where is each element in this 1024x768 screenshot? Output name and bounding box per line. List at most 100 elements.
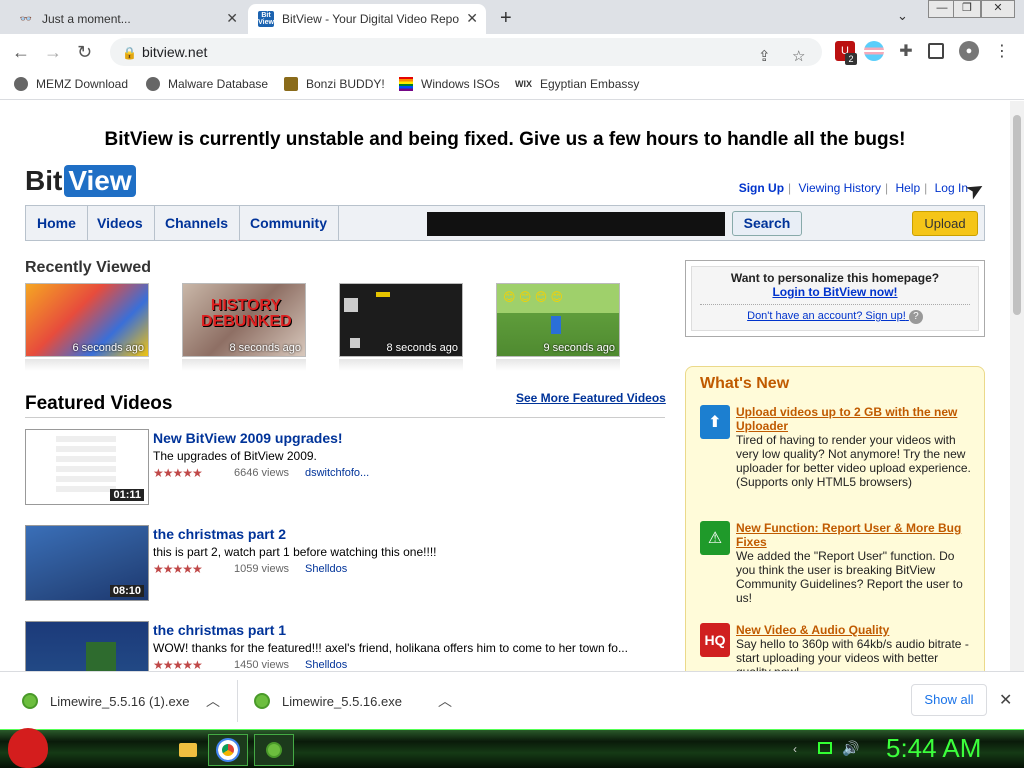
- puzzle-extensions-icon[interactable]: ✚: [896, 41, 916, 61]
- tab-just-a-moment[interactable]: 👓 Just a moment... ✕: [8, 4, 246, 34]
- close-downloads-icon[interactable]: ✕: [999, 690, 1012, 710]
- address-bar[interactable]: 🔒 bitview.net ⇪ ☆: [110, 38, 822, 66]
- bookmark-bonzi[interactable]: Bonzi BUDDY!: [284, 77, 385, 91]
- reload-icon[interactable]: ↻: [77, 42, 92, 63]
- side-panel-icon[interactable]: [928, 43, 944, 59]
- download-item[interactable]: Limewire_5.5.16.exe ︿: [254, 672, 468, 730]
- chevron-up-icon[interactable]: ︿: [438, 691, 452, 711]
- new-tab-button[interactable]: +: [500, 7, 512, 30]
- download-item[interactable]: Limewire_5.5.16 (1).exe ︿: [22, 672, 236, 730]
- taskbar: ‹ 🔊 5:44 AM: [0, 728, 1024, 768]
- uploader-link[interactable]: Shelldos: [305, 659, 347, 671]
- uploader-link[interactable]: Shelldos: [305, 563, 347, 575]
- network-icon[interactable]: [818, 742, 832, 754]
- video-title-link[interactable]: the christmas part 1: [153, 622, 286, 638]
- whats-new-heading: What's New: [700, 375, 790, 392]
- recent-video-thumbnail[interactable]: 6 seconds ago: [25, 283, 149, 357]
- rating-stars-icon: ★★★★★: [153, 658, 203, 671]
- top-links: Sign Up | Viewing History | Help | Log In: [738, 181, 968, 195]
- news-title-link[interactable]: New Video & Audio Quality: [736, 623, 972, 637]
- tray-arrow-icon[interactable]: ‹: [793, 742, 797, 756]
- recent-video-thumbnail[interactable]: 8 seconds ago: [339, 283, 463, 357]
- video-thumbnail[interactable]: 01:11: [25, 429, 149, 505]
- rating-stars-icon: ★★★★★: [153, 466, 203, 480]
- close-window-button[interactable]: ✕: [981, 0, 1015, 18]
- viewing-history-link[interactable]: Viewing History: [799, 181, 881, 195]
- uploader-link[interactable]: dswitchfofo...: [305, 467, 369, 479]
- news-title-link[interactable]: New Function: Report User & More Bug Fix…: [736, 521, 972, 549]
- folder-icon[interactable]: [168, 734, 208, 766]
- volume-icon[interactable]: 🔊: [842, 740, 859, 757]
- tab-strip: 👓 Just a moment... ✕ Bit View BitView - Y…: [0, 0, 1024, 34]
- nav-videos[interactable]: Videos: [86, 206, 155, 240]
- scrollbar-thumb[interactable]: [1013, 115, 1021, 315]
- window-glyph-icon: [350, 338, 360, 348]
- forward-arrow-icon[interactable]: →: [44, 42, 62, 63]
- tab-bitview[interactable]: Bit View BitView - Your Digital Video Rep…: [248, 4, 486, 34]
- maximize-button[interactable]: ❐: [953, 0, 981, 18]
- featured-videos-heading: Featured Videos: [25, 393, 173, 414]
- nav-home[interactable]: Home: [26, 206, 88, 240]
- bookmark-malware-db[interactable]: Malware Database: [146, 77, 268, 91]
- signup-now-link[interactable]: Don't have an account? Sign up! ?: [692, 310, 978, 324]
- search-button[interactable]: Search: [732, 211, 802, 236]
- news-title-link[interactable]: Upload videos up to 2 GB with the new Up…: [736, 405, 972, 433]
- whats-new-panel: What's New ⬆ Upload videos up to 2 GB wi…: [685, 366, 985, 671]
- featured-video-item: the christmas part 1 WOW! thanks for the…: [25, 621, 665, 671]
- chrome-icon[interactable]: [208, 734, 248, 766]
- signup-link[interactable]: Sign Up: [739, 181, 784, 195]
- bookmarks-bar: MEMZ Download Malware Database Bonzi BUD…: [0, 70, 1024, 100]
- minimize-button[interactable]: —: [928, 0, 956, 18]
- news-body: We added the "Report User" function. Do …: [736, 549, 963, 605]
- close-tab-icon[interactable]: ✕: [466, 10, 478, 27]
- hq-icon: HQ: [700, 623, 730, 657]
- screenshot-lines: [56, 436, 116, 496]
- profile-avatar-icon[interactable]: ●: [959, 41, 979, 61]
- extension-badge: 2: [845, 53, 857, 65]
- globe-icon: [146, 77, 160, 91]
- video-thumbnail[interactable]: 08:10: [25, 525, 149, 601]
- bookmark-egyptian-embassy[interactable]: WIX Egyptian Embassy: [515, 77, 639, 91]
- bookmark-star-icon[interactable]: ☆: [792, 43, 805, 71]
- see-more-featured-link[interactable]: See More Featured Videos: [516, 391, 666, 405]
- help-question-icon[interactable]: ?: [908, 310, 923, 324]
- login-now-link[interactable]: Login to BitView now!: [692, 285, 978, 299]
- taskbar-clock[interactable]: 5:44 AM: [886, 733, 981, 764]
- show-all-button[interactable]: Show all: [911, 684, 987, 716]
- video-title-link[interactable]: New BitView 2009 upgrades!: [153, 430, 343, 446]
- view-count: 1059 views: [234, 563, 290, 575]
- upload-button[interactable]: Upload: [912, 211, 978, 236]
- menu-kebab-icon[interactable]: ⋮: [992, 41, 1012, 61]
- nav-channels[interactable]: Channels: [154, 206, 241, 240]
- help-link[interactable]: Help: [895, 181, 920, 195]
- share-icon[interactable]: ⇪: [758, 43, 771, 71]
- nav-community[interactable]: Community: [239, 206, 339, 240]
- video-title-link[interactable]: the christmas part 2: [153, 526, 286, 542]
- close-tab-icon[interactable]: ✕: [226, 10, 238, 27]
- login-prompt: Want to personalize this homepage?: [730, 271, 940, 285]
- thumbnail-reflection: [496, 359, 620, 371]
- flag-extension-icon[interactable]: [864, 41, 884, 61]
- angry-bird-start-icon[interactable]: [8, 728, 48, 768]
- recent-video-thumbnail[interactable]: 😊 😊 😊 😊 9 seconds ago: [496, 283, 620, 357]
- bookmark-memz[interactable]: MEMZ Download: [14, 77, 128, 91]
- wix-icon: WIX: [515, 79, 532, 89]
- login-box-inner: Want to personalize this homepage? Login…: [691, 266, 979, 331]
- video-thumbnail[interactable]: [25, 621, 149, 671]
- limewire-icon: [22, 693, 38, 709]
- rating-stars-icon: ★★★★★: [153, 562, 203, 576]
- page-scrollbar[interactable]: [1010, 101, 1024, 671]
- view-count: 1450 views: [234, 659, 290, 671]
- chevron-up-icon[interactable]: ︿: [206, 691, 220, 711]
- back-arrow-icon[interactable]: ←: [12, 42, 30, 63]
- bookmark-windows-isos[interactable]: Windows ISOs: [399, 77, 500, 91]
- tab-search-chevron-icon[interactable]: ⌄: [897, 8, 908, 24]
- news-body: Say hello to 360p with 64kb/s audio bitr…: [736, 637, 969, 671]
- bitview-logo[interactable]: Bit View: [25, 165, 136, 197]
- upload-arrow-icon: ⬆: [700, 405, 730, 439]
- search-input[interactable]: [427, 212, 725, 236]
- site-navbar: Home Videos Channels Community Search Up…: [25, 205, 985, 241]
- recent-video-thumbnail[interactable]: HISTORY DEBUNKED 8 seconds ago: [182, 283, 306, 357]
- limewire-taskbar-icon[interactable]: [254, 734, 294, 766]
- news-item: HQ New Video & Audio Quality Say hello t…: [700, 623, 972, 671]
